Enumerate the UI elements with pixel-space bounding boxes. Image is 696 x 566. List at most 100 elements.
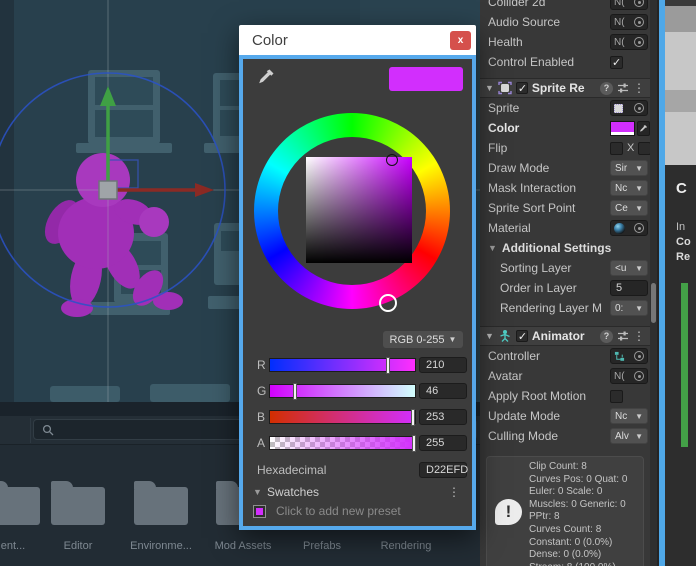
sorting-layer-dropdown[interactable]: <u ▼ xyxy=(610,260,648,276)
object-picker-icon[interactable] xyxy=(634,351,644,361)
slider-row-green: G 46 xyxy=(243,383,472,400)
sv-square[interactable] xyxy=(306,157,412,263)
preset-swatch-inner xyxy=(256,508,263,515)
object-picker-icon[interactable] xyxy=(634,17,644,27)
tutorial-text: In xyxy=(676,221,686,233)
object-picker-icon[interactable] xyxy=(634,371,644,381)
color-window-titlebar[interactable]: Color x xyxy=(239,25,476,55)
field-label: Apply Root Motion xyxy=(488,389,587,403)
inspector-row-order-in-layer: Order in Layer 5 xyxy=(480,278,650,298)
update-mode-dropdown[interactable]: Nc ▼ xyxy=(610,408,648,424)
apply-root-motion-checkbox[interactable] xyxy=(610,389,623,403)
hex-value-field[interactable]: D22EFD xyxy=(419,462,468,478)
culling-mode-dropdown[interactable]: Alv ▼ xyxy=(610,428,648,444)
slider-handle[interactable] xyxy=(386,357,391,374)
kebab-menu-icon[interactable]: ⋮ xyxy=(633,329,645,343)
foldout-triangle-icon[interactable]: ▼ xyxy=(485,331,494,341)
control-enabled-checkbox[interactable] xyxy=(610,55,623,69)
folder-label: Prefabs xyxy=(303,540,341,552)
rendering-layer-dropdown[interactable]: 0: ▼ xyxy=(610,300,648,316)
inspector-row-draw-mode: Draw Mode Sir ▼ xyxy=(480,158,650,178)
animator-info-box: ! Clip Count: 8 Curves Pos: 0 Quat: 0 Eu… xyxy=(486,456,644,566)
sprite-sort-point-dropdown[interactable]: Ce ▼ xyxy=(610,200,648,216)
folder-item[interactable]: Editor xyxy=(36,480,120,552)
window-pane xyxy=(95,110,153,137)
help-icon[interactable]: ? xyxy=(600,329,613,343)
inspector-color-swatch[interactable] xyxy=(610,120,636,136)
foldout-triangle-icon[interactable]: ▼ xyxy=(253,487,262,497)
presets-icon[interactable] xyxy=(617,330,629,342)
eyedropper-button[interactable] xyxy=(255,67,277,89)
red-value-field[interactable]: 210 xyxy=(419,357,467,373)
kebab-menu-icon[interactable]: ⋮ xyxy=(448,485,460,499)
sprite-object-field[interactable] xyxy=(610,100,648,116)
scrollbar-thumb[interactable] xyxy=(651,283,656,323)
object-picker-icon[interactable] xyxy=(634,0,644,7)
object-picker-icon[interactable] xyxy=(634,103,644,113)
green-slider-track[interactable] xyxy=(269,383,416,400)
presets-icon[interactable] xyxy=(617,82,629,94)
inspector-row-mask-interaction: Mask Interaction Nc ▼ xyxy=(480,178,650,198)
inspector-row-rendering-layer: Rendering Layer M 0: ▼ xyxy=(480,298,650,318)
folder-label: Editor xyxy=(63,540,93,552)
folder-icon xyxy=(0,481,40,525)
hex-label: Hexadecimal xyxy=(257,463,327,477)
object-picker-icon[interactable] xyxy=(634,223,644,233)
toolbar-divider xyxy=(30,418,31,443)
kebab-menu-icon[interactable]: ⋮ xyxy=(633,81,645,95)
sprite-renderer-header[interactable]: ▼ Sprite Re ? ⋮ xyxy=(480,78,650,98)
color-preview-swatch xyxy=(389,67,463,91)
info-icon: ! xyxy=(495,499,522,525)
mask-interaction-dropdown[interactable]: Nc ▼ xyxy=(610,180,648,196)
eyedropper-button[interactable] xyxy=(637,120,650,136)
avatar-object-field[interactable]: N( xyxy=(610,368,648,384)
green-value-field[interactable]: 46 xyxy=(419,383,467,399)
component-enabled-checkbox[interactable] xyxy=(515,82,528,95)
preset-row[interactable]: Click to add new preset xyxy=(243,504,472,520)
window-title: Color xyxy=(252,31,288,49)
tutorial-image-strip xyxy=(665,90,696,112)
red-slider-track[interactable] xyxy=(269,357,416,374)
tutorial-highlight-bar xyxy=(681,283,688,447)
slider-handle[interactable] xyxy=(412,435,416,452)
inspector-row-control-enabled: Control Enabled xyxy=(480,52,650,72)
slider-handle[interactable] xyxy=(293,383,298,400)
help-icon[interactable]: ? xyxy=(600,81,613,95)
tutorial-text: Co xyxy=(676,236,691,248)
additional-settings-foldout[interactable]: ▼ Additional Settings xyxy=(480,238,650,258)
preset-swatch[interactable] xyxy=(253,505,266,518)
blue-value-field[interactable]: 253 xyxy=(419,409,467,425)
inspector-row-health: Health N( xyxy=(480,32,650,52)
hue-cursor[interactable] xyxy=(379,294,397,312)
inspector-row-collider2d: Collider 2d N( xyxy=(480,0,650,12)
swatches-label[interactable]: Swatches xyxy=(267,485,319,499)
object-picker-icon[interactable] xyxy=(634,37,644,47)
flip-x-checkbox[interactable] xyxy=(610,141,623,155)
collider2d-object-field[interactable]: N( xyxy=(610,0,648,10)
color-mode-dropdown[interactable]: RGB 0-255 ▼ xyxy=(383,331,463,348)
close-button[interactable]: x xyxy=(450,30,471,50)
slider-handle[interactable] xyxy=(410,409,415,426)
inspector-row-sprite: Sprite xyxy=(480,98,650,118)
foldout-triangle-icon[interactable]: ▼ xyxy=(485,83,494,93)
alpha-value-field[interactable]: 255 xyxy=(419,435,467,451)
blue-slider-track[interactable] xyxy=(269,409,416,426)
material-object-field[interactable] xyxy=(610,220,648,236)
health-object-field[interactable]: N( xyxy=(610,34,648,50)
sv-cursor[interactable] xyxy=(386,154,398,166)
component-enabled-checkbox[interactable] xyxy=(515,330,528,343)
foldout-triangle-icon[interactable]: ▼ xyxy=(488,243,497,253)
tutorial-text: Re xyxy=(676,251,691,263)
controller-object-field[interactable] xyxy=(610,348,648,364)
flip-y-checkbox[interactable] xyxy=(638,141,650,155)
add-preset-hint[interactable]: Click to add new preset xyxy=(276,504,401,518)
folder-label: Environme... xyxy=(130,540,192,552)
draw-mode-dropdown[interactable]: Sir ▼ xyxy=(610,160,648,176)
audio-source-object-field[interactable]: N( xyxy=(610,14,648,30)
folder-item[interactable]: Environme... xyxy=(119,480,203,552)
inspector-scrollbar[interactable] xyxy=(650,0,657,566)
move-gizmo-center-handle[interactable] xyxy=(98,180,118,200)
animator-header[interactable]: ▼ Animator ? ⋮ xyxy=(480,326,650,346)
alpha-slider-track[interactable] xyxy=(269,435,416,452)
order-in-layer-field[interactable]: 5 xyxy=(610,280,648,296)
